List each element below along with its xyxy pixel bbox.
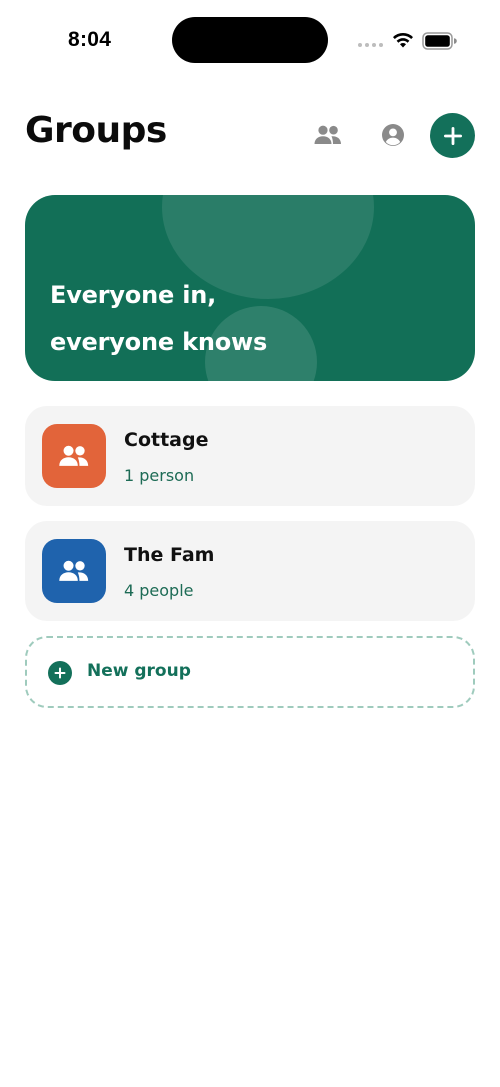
wifi-icon [393, 32, 413, 48]
group-member-count: 4 people [124, 581, 194, 600]
people-icon [314, 125, 341, 144]
people-button[interactable] [308, 115, 348, 155]
dynamic-island [172, 17, 328, 63]
people-icon [59, 560, 89, 581]
hero-tagline-line2: everyone knows [50, 328, 268, 356]
plus-icon [443, 126, 462, 145]
status-time: 8:04 [68, 28, 112, 51]
status-bar: 8:04 [0, 0, 500, 80]
group-name: The Fam [124, 544, 215, 566]
group-avatar [42, 424, 106, 488]
page-title: Groups [25, 110, 167, 151]
new-group-label: New group [87, 661, 191, 681]
battery-icon [422, 32, 457, 50]
new-group-button[interactable]: New group [25, 636, 475, 708]
group-member-count: 1 person [124, 466, 195, 485]
group-name: Cottage [124, 429, 209, 451]
cellular-signal-icon [358, 43, 383, 47]
add-group-button[interactable] [430, 113, 475, 158]
group-avatar [42, 539, 106, 603]
hero-tagline-line1: Everyone in, [50, 281, 217, 309]
group-item-the-fam[interactable]: The Fam 4 people [25, 521, 475, 621]
account-circle-icon [382, 124, 404, 146]
people-icon [59, 445, 89, 466]
plus-circle-icon [48, 661, 72, 685]
hero-banner: Everyone in, everyone knows [25, 195, 475, 381]
profile-button[interactable] [373, 115, 413, 155]
group-item-cottage[interactable]: Cottage 1 person [25, 406, 475, 506]
